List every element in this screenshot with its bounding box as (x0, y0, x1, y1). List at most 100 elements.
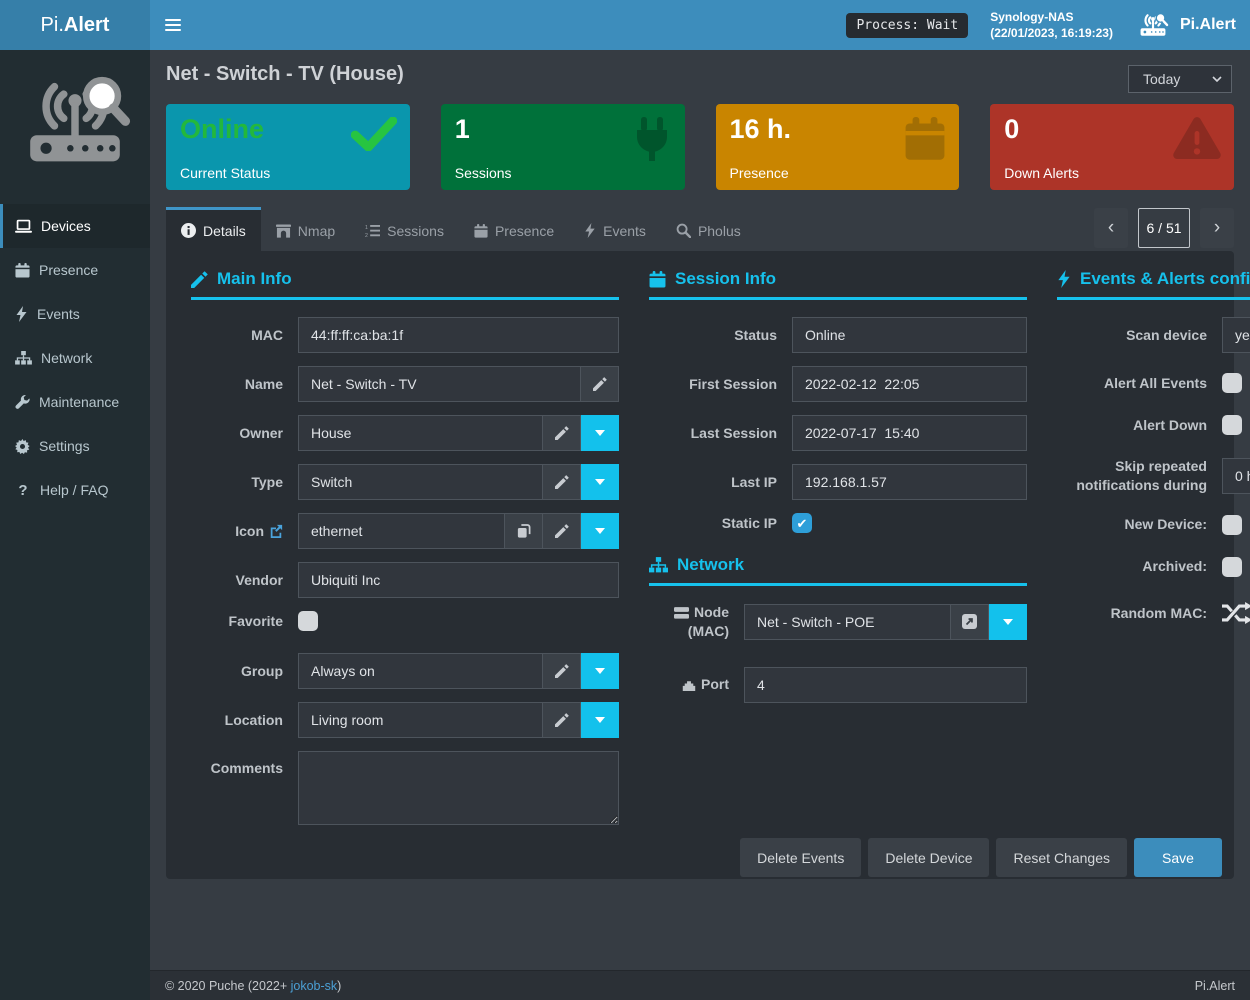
owner-input[interactable] (298, 415, 543, 451)
session-info-header: Session Info (649, 269, 1027, 300)
edit-owner-button[interactable] (543, 415, 581, 451)
sidebar-item-label: Network (41, 350, 92, 366)
archived-label: Archived: (1057, 557, 1207, 576)
main-info-column: Main Info MAC Name Owner (176, 269, 634, 838)
last-ip-input[interactable] (792, 464, 1027, 500)
device-pager: ‹ 6 / 51 › (1094, 208, 1234, 248)
node-mac-label: Node (MAC) (649, 603, 729, 641)
bolt-icon (15, 306, 28, 322)
open-node-button[interactable] (951, 604, 989, 640)
check-icon (351, 117, 397, 151)
session-info-column: Session Info Status First Session Last S… (634, 269, 1042, 716)
caret-down-icon (595, 479, 605, 485)
topbar-app-brand: Pi.Alert (1135, 12, 1236, 39)
sidebar-item-maintenance[interactable]: Maintenance (0, 380, 150, 424)
sidebar-item-help[interactable]: ? Help / FAQ (0, 468, 150, 512)
first-session-input[interactable] (792, 366, 1027, 402)
skip-notifications-select[interactable] (1222, 458, 1250, 494)
node-dropdown-button[interactable] (989, 604, 1027, 640)
static-ip-checkbox[interactable]: ✔ (792, 513, 812, 533)
static-ip-label: Static IP (649, 514, 777, 533)
calendar-icon (904, 117, 946, 161)
sidebar-item-devices[interactable]: Devices (0, 204, 150, 248)
port-input[interactable] (744, 667, 1027, 703)
edit-name-button[interactable] (581, 366, 619, 402)
location-input[interactable] (298, 702, 543, 738)
alert-down-checkbox[interactable] (1222, 415, 1242, 435)
pencil-icon (555, 713, 569, 727)
status-input[interactable] (792, 317, 1027, 353)
alert-all-events-checkbox[interactable] (1222, 373, 1242, 393)
tab-events[interactable]: Events (569, 207, 661, 251)
next-device-button[interactable]: › (1200, 208, 1234, 248)
details-panel: Main Info MAC Name Owner (166, 251, 1234, 879)
plug-icon (632, 117, 672, 161)
node-mac-input[interactable] (744, 604, 951, 640)
last-session-input[interactable] (792, 415, 1027, 451)
scan-device-select[interactable] (1222, 317, 1250, 353)
save-button[interactable]: Save (1134, 838, 1222, 877)
external-link-icon[interactable] (269, 524, 283, 538)
copy-icon-button[interactable] (505, 513, 543, 549)
card-label: Down Alerts (1004, 165, 1079, 181)
icon-dropdown-button[interactable] (581, 513, 619, 549)
new-device-checkbox[interactable] (1222, 515, 1242, 535)
comments-textarea[interactable] (298, 751, 619, 825)
card-presence: 16 h. Presence (716, 104, 960, 190)
edit-group-button[interactable] (543, 653, 581, 689)
icon-input[interactable] (298, 513, 505, 549)
period-select[interactable]: Today (1128, 65, 1232, 93)
tab-details[interactable]: Details (166, 207, 261, 251)
events-config-header: Events & Alerts config (1057, 269, 1250, 300)
jokob-sk-link[interactable]: jokob-sk (291, 979, 338, 993)
delete-events-button[interactable]: Delete Events (740, 838, 861, 877)
svg-text:1: 1 (365, 224, 368, 230)
type-dropdown-button[interactable] (581, 464, 619, 500)
edit-icon-button[interactable] (543, 513, 581, 549)
group-dropdown-button[interactable] (581, 653, 619, 689)
app-logo[interactable]: Pi.Alert (0, 0, 150, 50)
pencil-icon (555, 664, 569, 678)
server-icon (674, 607, 689, 619)
footer-app-name: Pi.Alert (1195, 979, 1235, 993)
host-name: Synology-NAS (990, 9, 1113, 25)
sidebar-item-network[interactable]: Network (0, 336, 150, 380)
card-current-status: Online Current Status (166, 104, 410, 190)
menu-toggle-button[interactable] (150, 0, 196, 50)
location-label: Location (191, 711, 283, 730)
tab-sessions[interactable]: 12 Sessions (350, 207, 459, 251)
name-input[interactable] (298, 366, 581, 402)
mac-label: MAC (191, 326, 283, 345)
sidebar-item-presence[interactable]: Presence (0, 248, 150, 292)
tab-pholus[interactable]: Pholus (661, 207, 756, 251)
delete-device-button[interactable]: Delete Device (868, 838, 989, 877)
edit-location-button[interactable] (543, 702, 581, 738)
type-input[interactable] (298, 464, 543, 500)
mac-input[interactable] (298, 317, 619, 353)
events-config-column: Events & Alerts config Scan device Alert… (1042, 269, 1250, 641)
owner-dropdown-button[interactable] (581, 415, 619, 451)
sidebar-item-events[interactable]: Events (0, 292, 150, 336)
edit-type-button[interactable] (543, 464, 581, 500)
owner-label: Owner (191, 424, 283, 443)
skip-notifications-label: Skip repeated notifications during (1057, 457, 1207, 495)
favorite-label: Favorite (191, 612, 283, 631)
tab-nmap[interactable]: Nmap (261, 207, 350, 251)
tab-presence[interactable]: Presence (459, 207, 569, 251)
prev-device-button[interactable]: ‹ (1094, 208, 1128, 248)
status-label: Status (649, 326, 777, 345)
alert-all-events-label: Alert All Events (1057, 374, 1207, 393)
sidebar-item-settings[interactable]: Settings (0, 424, 150, 468)
section-title: Session Info (675, 269, 776, 289)
tab-label: Events (603, 223, 646, 239)
reset-changes-button[interactable]: Reset Changes (996, 838, 1127, 877)
favorite-checkbox[interactable] (298, 611, 318, 631)
brand-bold: Alert (64, 14, 110, 37)
device-counter: 6 / 51 (1138, 208, 1190, 248)
archived-checkbox[interactable] (1222, 557, 1242, 577)
location-dropdown-button[interactable] (581, 702, 619, 738)
vendor-input[interactable] (298, 562, 619, 598)
group-input[interactable] (298, 653, 543, 689)
bolt-icon (584, 223, 596, 238)
card-label: Sessions (455, 165, 512, 181)
